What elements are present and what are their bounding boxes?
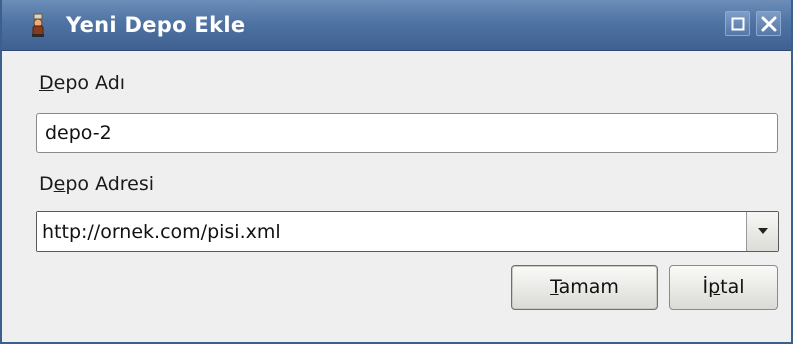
chevron-down-icon xyxy=(758,228,768,234)
ok-button[interactable]: Tamam xyxy=(511,265,658,310)
pisi-app-icon xyxy=(28,12,48,38)
title-bar[interactable]: Yeni Depo Ekle xyxy=(2,0,791,51)
dropdown-button[interactable] xyxy=(746,212,778,251)
repo-address-label: Depo Adresi xyxy=(39,173,155,195)
repo-name-label: Depo Adı xyxy=(39,72,126,94)
close-button[interactable] xyxy=(756,11,781,36)
repo-address-input[interactable] xyxy=(37,212,745,251)
close-icon xyxy=(761,16,777,32)
add-repository-dialog: Yeni Depo Ekle Depo Adı Depo Adresi Tama… xyxy=(0,0,793,344)
window-title: Yeni Depo Ekle xyxy=(66,13,246,37)
maximize-button[interactable] xyxy=(725,11,750,36)
cancel-button[interactable]: İptal xyxy=(669,265,778,310)
repo-name-input[interactable] xyxy=(36,113,778,153)
maximize-icon xyxy=(731,17,745,31)
repo-address-combobox[interactable] xyxy=(36,211,779,252)
